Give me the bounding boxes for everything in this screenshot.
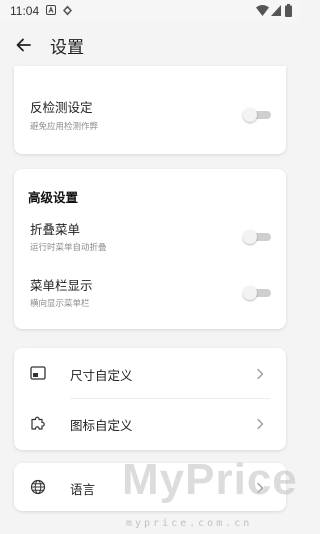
signal-icon — [271, 5, 281, 16]
menubar-display-row[interactable]: 菜单栏显示 横向显示菜单栏 — [14, 269, 286, 319]
anti-detect-row[interactable]: 反检测设定 避免应用检测作弊 — [14, 66, 286, 154]
puzzle-icon — [31, 416, 45, 430]
wifi-icon — [256, 5, 269, 16]
anti-detect-description: 避免应用检测作弊 — [30, 122, 99, 132]
globe-icon — [30, 479, 46, 495]
icon-customize-row[interactable]: 图标自定义 — [14, 399, 286, 449]
watermark-logo: MyPrice — [122, 455, 298, 504]
fold-menu-toggle[interactable] — [243, 230, 271, 244]
icon-customize-label: 图标自定义 — [70, 418, 133, 433]
notification-a-icon — [46, 5, 56, 15]
language-label: 语言 — [70, 482, 96, 497]
battery-icon — [285, 4, 292, 17]
fold-menu-row[interactable]: 折叠菜单 运行时菜单自动折叠 — [14, 213, 286, 263]
arrow-left-icon — [16, 38, 31, 52]
status-time: 11:04 — [10, 4, 40, 18]
watermark-url: myprice.com.cn — [126, 518, 253, 529]
chevron-right-icon — [257, 368, 264, 380]
anti-detect-label: 反检测设定 — [30, 100, 93, 115]
chevron-right-icon — [257, 418, 264, 430]
advanced-settings-card: 高级设置 折叠菜单 运行时菜单自动折叠 菜单栏显示 横向显示菜单栏 — [14, 169, 286, 329]
customization-card: 尺寸自定义 图标自定义 — [14, 348, 286, 450]
shield-icon — [63, 5, 72, 16]
menubar-display-description: 横向显示菜单栏 — [30, 299, 90, 309]
resize-icon — [30, 366, 46, 380]
fold-menu-label: 折叠菜单 — [30, 222, 81, 237]
top-app-bar: 设置 — [0, 22, 300, 68]
fold-menu-description: 运行时菜单自动折叠 — [30, 243, 107, 253]
menubar-display-label: 菜单栏显示 — [30, 278, 93, 293]
back-button[interactable] — [10, 31, 38, 59]
page-title: 设置 — [50, 38, 84, 58]
size-customize-row[interactable]: 尺寸自定义 — [14, 349, 286, 399]
anti-detect-toggle[interactable] — [243, 108, 271, 122]
size-customize-label: 尺寸自定义 — [70, 368, 133, 383]
anti-detect-card: 反检测设定 避免应用检测作弊 — [14, 66, 286, 154]
status-bar: 11:04 — [0, 0, 300, 22]
advanced-settings-title: 高级设置 — [28, 190, 79, 205]
menubar-display-toggle[interactable] — [243, 286, 271, 300]
